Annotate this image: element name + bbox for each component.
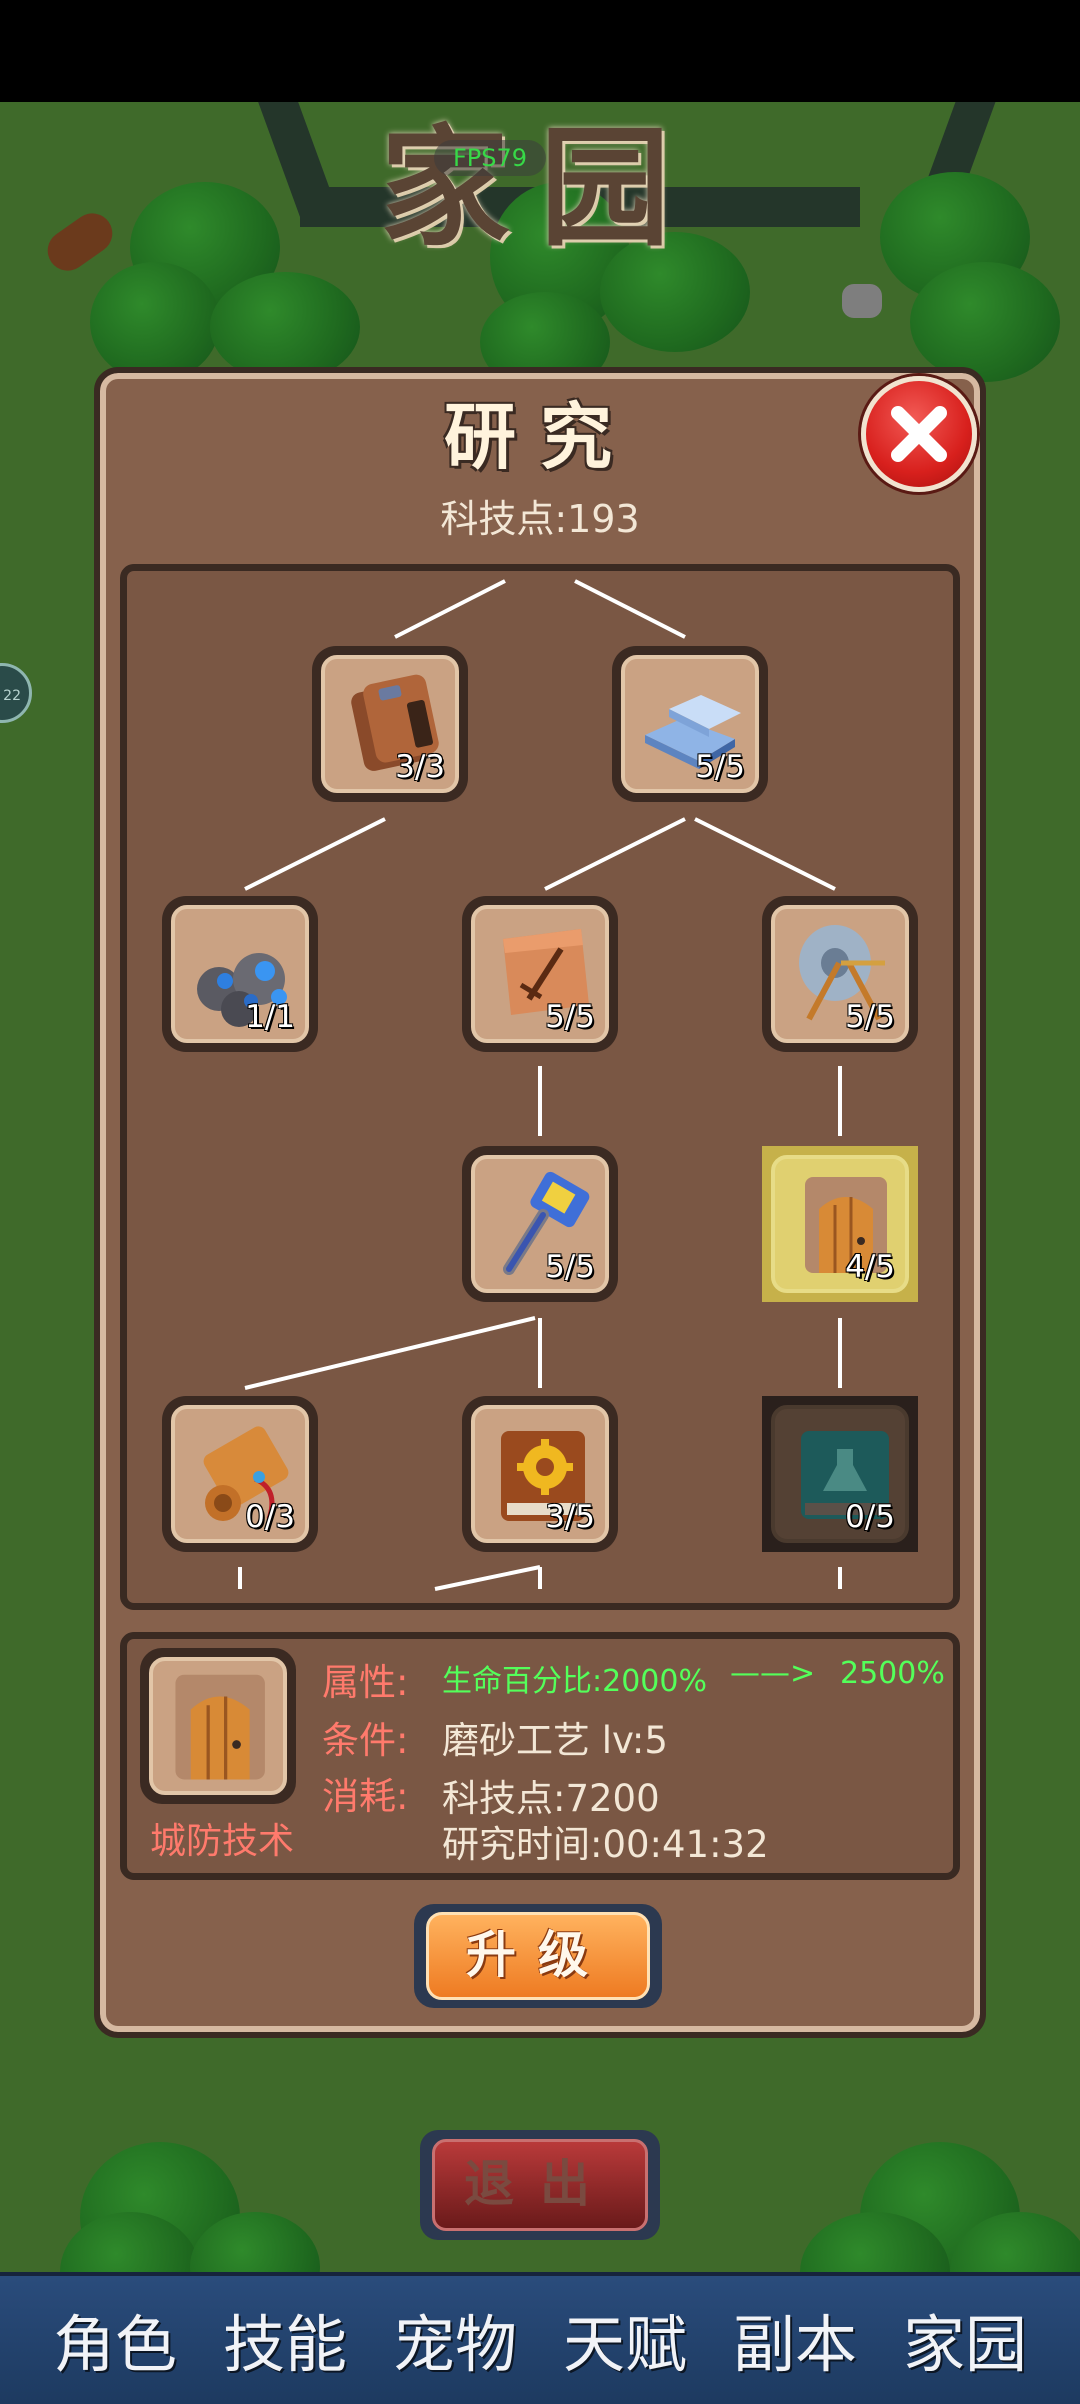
node-count: 5/5 bbox=[695, 749, 745, 785]
node-count: 3/5 bbox=[545, 1499, 595, 1535]
nav-pets[interactable]: 宠物 bbox=[370, 2300, 540, 2390]
node-count: 1/1 bbox=[245, 999, 295, 1035]
node-count: 0/3 bbox=[245, 1499, 295, 1535]
close-icon bbox=[891, 406, 947, 462]
tech-node-bag[interactable]: 3/3 bbox=[312, 646, 468, 802]
nav-character[interactable]: 角色 bbox=[30, 2300, 200, 2390]
attribute-label: 属性: bbox=[322, 1661, 409, 1704]
node-count: 3/3 bbox=[395, 749, 445, 785]
tech-node-ingot[interactable]: 5/5 bbox=[612, 646, 768, 802]
cost-label: 消耗: bbox=[322, 1775, 409, 1818]
attribute-arrow: ——> bbox=[730, 1656, 816, 1691]
node-count: 5/5 bbox=[545, 999, 595, 1035]
tech-node-door-selected[interactable]: 4/5 bbox=[762, 1146, 918, 1302]
node-count: 5/5 bbox=[845, 999, 895, 1035]
tree bbox=[90, 262, 220, 382]
tech-node-scroll-sword[interactable]: 5/5 bbox=[462, 896, 618, 1052]
log bbox=[39, 205, 121, 279]
tree bbox=[910, 262, 1060, 382]
node-count: 0/5 bbox=[845, 1499, 895, 1535]
node-count: 4/5 bbox=[845, 1249, 895, 1285]
exit-button[interactable]: 退出 bbox=[420, 2130, 660, 2240]
nav-talents[interactable]: 天赋 bbox=[540, 2300, 710, 2390]
nav-dungeon[interactable]: 副本 bbox=[710, 2300, 880, 2390]
attribute-next-value: 2500% bbox=[840, 1656, 945, 1691]
tech-node-grindstone[interactable]: 5/5 bbox=[762, 896, 918, 1052]
close-button[interactable] bbox=[861, 376, 977, 492]
upgrade-button-label: 升级 bbox=[426, 1912, 650, 2000]
panel-title: 研究 bbox=[443, 394, 636, 479]
tech-node-ore[interactable]: 1/1 bbox=[162, 896, 318, 1052]
tech-node-gear-book[interactable]: 3/5 bbox=[462, 1396, 618, 1552]
upgrade-button[interactable]: 升级 bbox=[414, 1904, 662, 2008]
tech-node-scroll[interactable]: 0/3 bbox=[162, 1396, 318, 1552]
fps-counter: FPS79 bbox=[434, 140, 546, 176]
tech-points: 科技点:193 bbox=[440, 497, 640, 541]
nav-skills[interactable]: 技能 bbox=[200, 2300, 370, 2390]
rock bbox=[842, 284, 882, 318]
research-time: 研究时间:00:41:32 bbox=[442, 1823, 769, 1866]
tech-node-potion-book-locked[interactable]: 0/5 bbox=[762, 1396, 918, 1552]
selected-tech-name: 城防技术 bbox=[149, 1821, 294, 1862]
exit-button-label: 退出 bbox=[432, 2139, 648, 2231]
attribute-value: 生命百分比:2000% bbox=[442, 1664, 707, 1699]
nav-home[interactable]: 家园 bbox=[880, 2300, 1050, 2390]
condition-value: 磨砂工艺 lv:5 bbox=[442, 1719, 668, 1762]
condition-label: 条件: bbox=[322, 1719, 409, 1762]
status-bar bbox=[0, 0, 1080, 102]
tech-node-hammer[interactable]: 5/5 bbox=[462, 1146, 618, 1302]
tree bbox=[210, 272, 360, 382]
selected-tech-icon bbox=[140, 1648, 296, 1804]
fortress-door-icon bbox=[175, 1674, 265, 1780]
node-count: 5/5 bbox=[545, 1249, 595, 1285]
home-title: 家园 bbox=[379, 111, 700, 264]
